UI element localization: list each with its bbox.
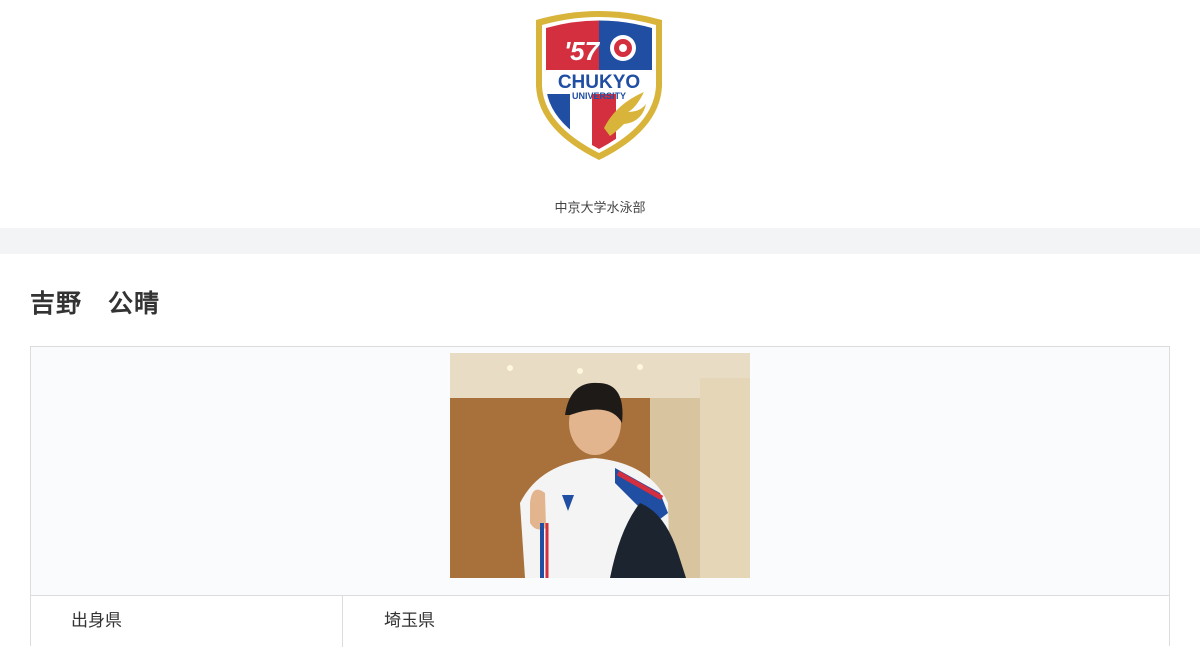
profile-row-prefecture: 出身県 埼玉県: [31, 596, 1169, 647]
profile-row-label: 出身県: [31, 596, 343, 647]
profile-row-value: 埼玉県: [384, 611, 435, 631]
crest-icon: '57 CHUKYO UNIVERSITY: [536, 11, 662, 160]
profile-table: 出身県 埼玉県: [30, 346, 1170, 647]
player-name-heading: 吉野 公晴: [30, 289, 161, 318]
player-photo: [450, 353, 750, 578]
chukyo-university-logo[interactable]: '57 CHUKYO UNIVERSITY: [532, 8, 666, 162]
svg-text:UNIVERSITY: UNIVERSITY: [572, 91, 626, 101]
site-header: '57 CHUKYO UNIVERSITY 中京大学水泳部: [0, 0, 1200, 228]
svg-text:'57: '57: [564, 36, 601, 66]
player-profile-section: 吉野 公晴 出身県 埼玉県: [0, 254, 1200, 647]
header-divider-band: [0, 228, 1200, 254]
site-name[interactable]: 中京大学水泳部: [0, 197, 1200, 216]
photo-cell: [31, 347, 1169, 596]
player-photo-icon: [450, 353, 750, 578]
svg-text:CHUKYO: CHUKYO: [558, 72, 640, 93]
